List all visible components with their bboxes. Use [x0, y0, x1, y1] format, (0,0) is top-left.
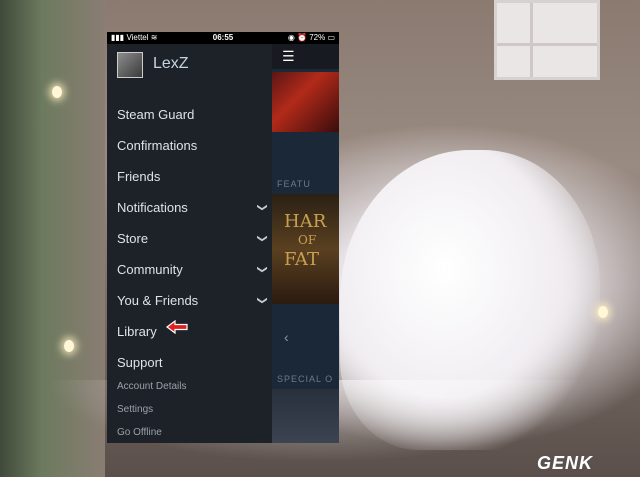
menu-item-community[interactable]: Community ❯ [107, 254, 272, 285]
special-offers-label: SPECIAL O [277, 374, 334, 384]
menu-item-go-offline[interactable]: Go Offline [107, 427, 282, 438]
background-window [494, 0, 600, 80]
app-content-behind-drawer: ☰ FEATU HAR OF FAT ‹ SPECIAL O [272, 44, 339, 443]
chevron-down-icon: ❯ [256, 234, 268, 243]
phone-screen: ▮▮▮ Viettel ≋ 06:55 ◉ ⏰ 72% ▭ ☰ FEATU HA… [107, 32, 339, 443]
menu-item-friends[interactable]: Friends [107, 161, 272, 192]
chevron-down-icon: ❯ [256, 296, 268, 305]
light-bulb-icon [598, 306, 608, 318]
menu-item-confirmations[interactable]: Confirmations [107, 130, 272, 161]
special-offer-banner[interactable] [272, 389, 339, 443]
avatar[interactable] [117, 52, 143, 78]
app-top-bar: ☰ [272, 44, 339, 69]
menu-item-you-and-friends[interactable]: You & Friends ❯ [107, 285, 272, 316]
red-arrow-annotation-icon [166, 320, 188, 334]
chevron-down-icon: ❯ [256, 203, 268, 212]
status-bar: ▮▮▮ Viettel ≋ 06:55 ◉ ⏰ 72% ▭ [107, 32, 339, 44]
menu-item-support[interactable]: Support [107, 347, 272, 378]
light-bulb-icon [52, 86, 62, 98]
hamburger-menu-icon[interactable]: ☰ [282, 49, 296, 63]
menu-item-store[interactable]: Store ❯ [107, 223, 272, 254]
battery-indicator: ◉ ⏰ 72% ▭ [287, 33, 335, 42]
promo-banner[interactable] [272, 72, 339, 132]
navigation-drawer: LexZ Steam Guard Confirmations Friends N… [107, 44, 272, 443]
menu-item-account-details[interactable]: Account Details [107, 381, 282, 392]
carousel-prev-icon[interactable]: ‹ [284, 329, 289, 345]
featured-game-title: HAR OF FAT [284, 211, 327, 270]
menu-item-settings[interactable]: Settings [107, 404, 282, 415]
drawer-menu: Steam Guard Confirmations Friends Notifi… [107, 99, 272, 378]
watermark-logo: GENK [537, 453, 594, 473]
menu-item-library[interactable]: Library [107, 316, 272, 347]
light-bulb-icon [64, 340, 74, 352]
chevron-down-icon: ❯ [256, 265, 268, 274]
menu-item-notifications[interactable]: Notifications ❯ [107, 192, 272, 223]
featured-section-label: FEATU [277, 179, 311, 189]
menu-item-steam-guard[interactable]: Steam Guard [107, 99, 272, 130]
username: LexZ [153, 55, 189, 72]
